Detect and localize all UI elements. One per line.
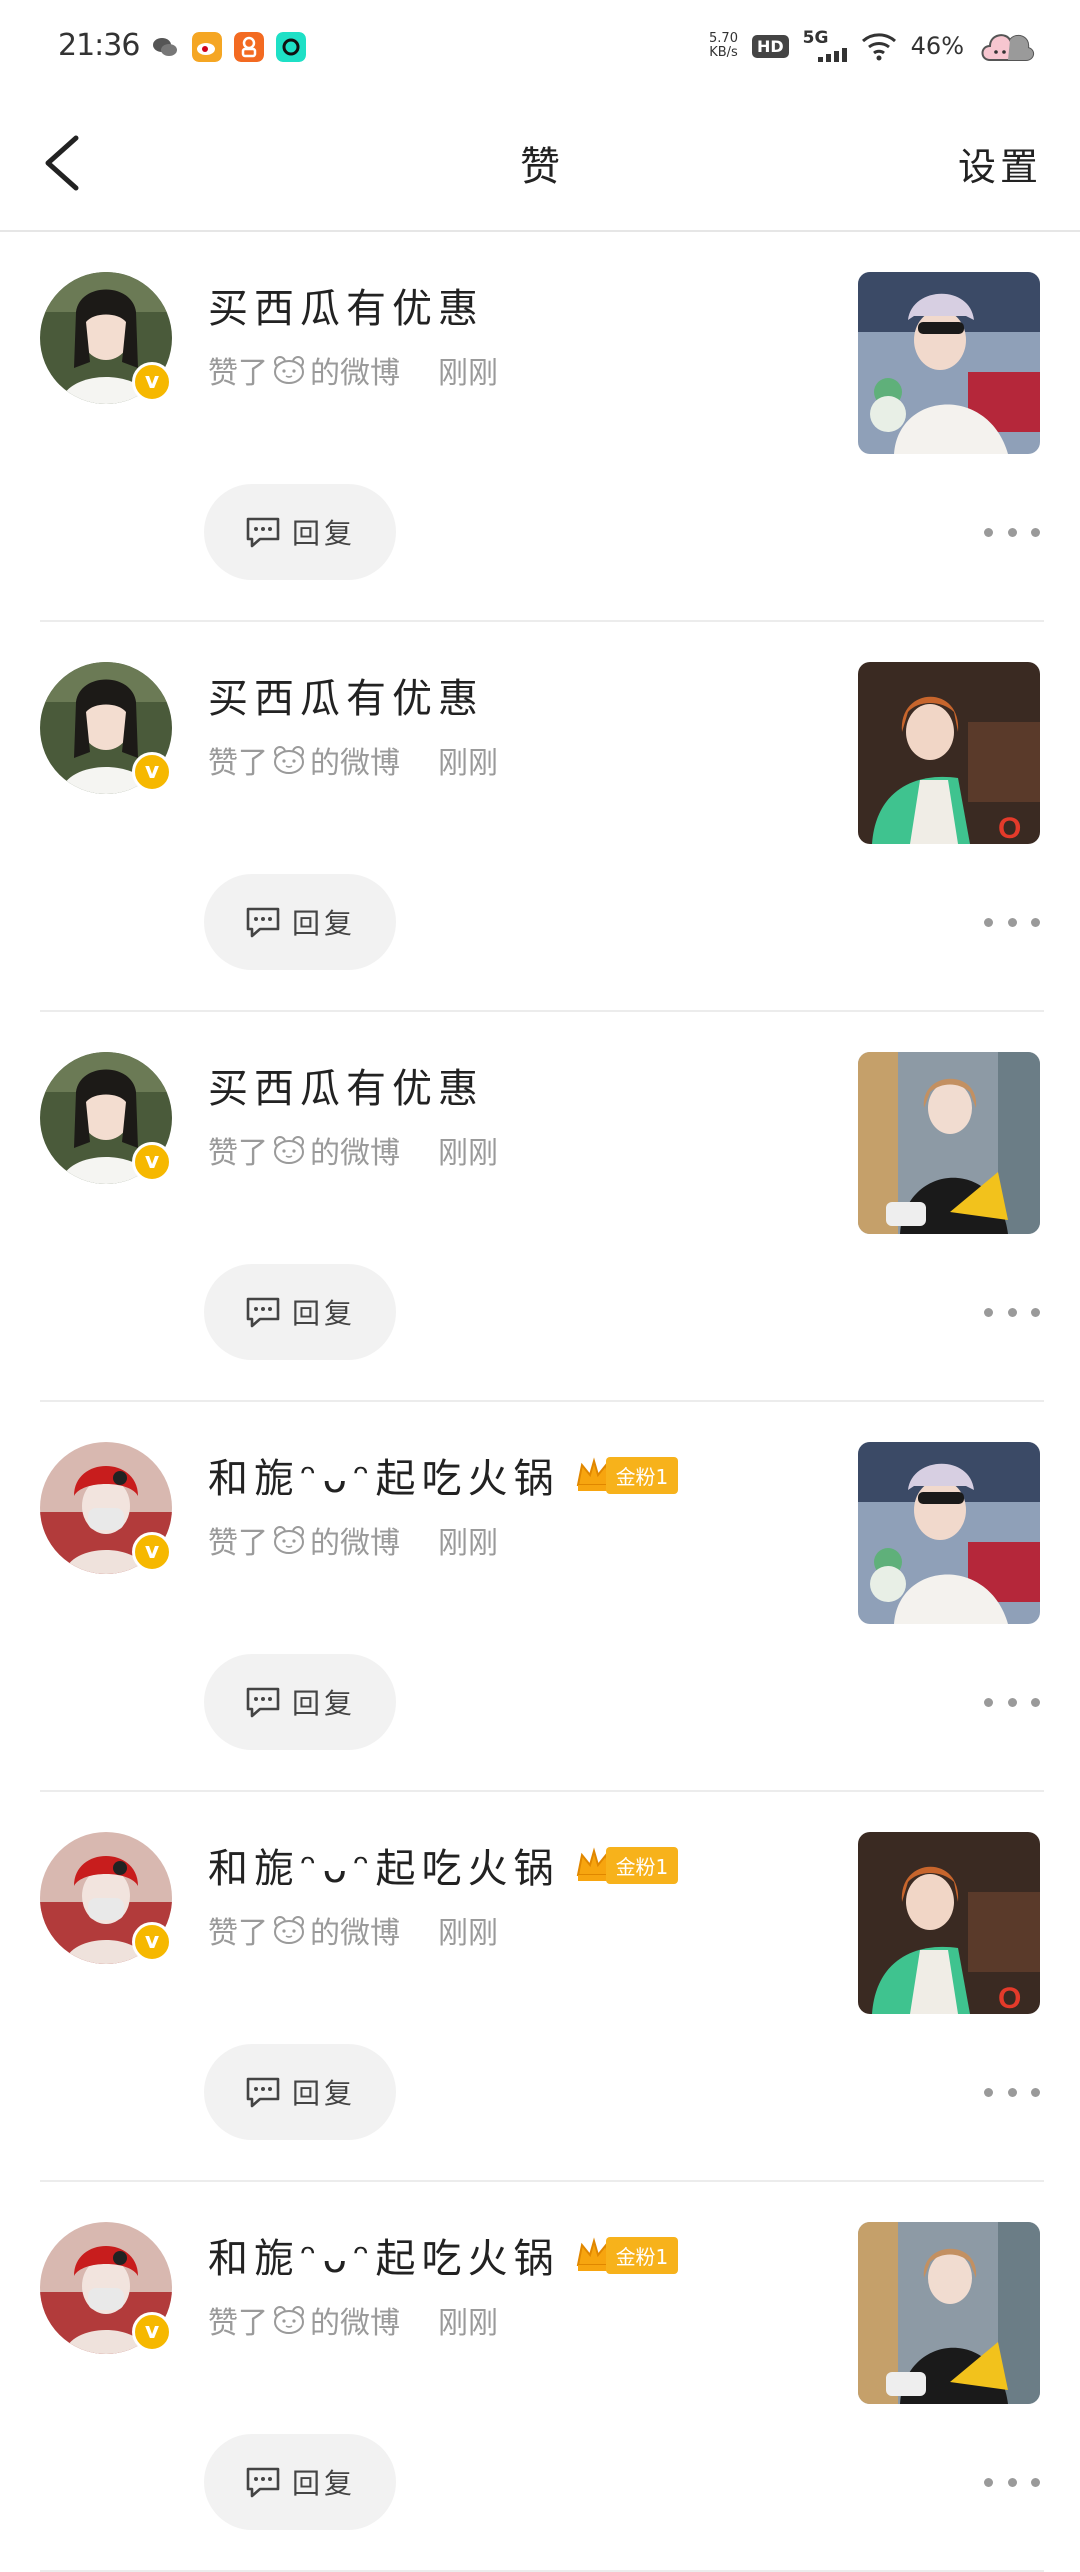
verified-icon: v <box>132 752 172 792</box>
wechat-icon <box>153 38 177 56</box>
status-right: 5.70 KB/s HD 5G 46% <box>709 26 1036 66</box>
user-name[interactable]: 和旎ᵔᴗᵔ起吃火锅 <box>208 2226 560 2284</box>
bear-emoji-icon <box>274 1526 304 1554</box>
like-meta: 赞了 的微博 刚刚 <box>208 1908 498 1952</box>
more-options-icon[interactable] <box>984 518 1040 546</box>
user-name[interactable]: 和旎ᵔᴗᵔ起吃火锅 <box>208 1446 560 1504</box>
nav-bar: 赞 设置 <box>0 98 1080 232</box>
user-name-row: 和旎ᵔᴗᵔ起吃火锅 金粉1 <box>208 2226 679 2284</box>
liked-label: 赞了 <box>208 2306 268 2341</box>
user-name[interactable]: 买西瓜有优惠 <box>208 1056 484 1114</box>
weibo-thumbnail[interactable] <box>858 272 1040 454</box>
reply-button[interactable]: 回复 <box>204 2434 396 2530</box>
notification-icons <box>150 32 306 62</box>
more-options-icon[interactable] <box>984 1298 1040 1326</box>
app-teal-icon <box>276 32 306 62</box>
fan-badge: 金粉1 <box>574 1846 679 1884</box>
page-title: 赞 <box>520 144 560 190</box>
user-name-row: 买西瓜有优惠 <box>208 666 484 724</box>
net-speed: 5.70 KB/s <box>709 31 738 60</box>
bear-emoji-icon <box>274 356 304 384</box>
timestamp: 刚刚 <box>438 746 498 781</box>
signal-icon: 5G <box>803 28 847 64</box>
weibo-thumbnail[interactable] <box>858 1832 1040 2014</box>
verified-icon: v <box>132 1142 172 1182</box>
like-target: 的微博 <box>310 1916 400 1951</box>
liked-label: 赞了 <box>208 1136 268 1171</box>
bear-emoji-icon <box>274 2306 304 2334</box>
reply-button[interactable]: 回复 <box>204 1654 396 1750</box>
like-meta: 赞了 的微博 刚刚 <box>208 348 498 392</box>
hd-badge: HD <box>751 34 789 58</box>
fan-badge: 金粉1 <box>574 1456 679 1494</box>
timestamp: 刚刚 <box>438 1916 498 1951</box>
list-item[interactable]: v 和旎ᵔᴗᵔ起吃火锅 金粉1 赞了 的微博 刚刚 回复 <box>0 1792 1080 2182</box>
timestamp: 刚刚 <box>438 2306 498 2341</box>
bear-emoji-icon <box>274 746 304 774</box>
weibo-thumbnail[interactable] <box>858 2222 1040 2404</box>
liked-label: 赞了 <box>208 356 268 391</box>
weibo-thumbnail[interactable] <box>858 1442 1040 1624</box>
verified-icon: v <box>132 362 172 402</box>
like-target: 的微博 <box>310 1136 400 1171</box>
reply-button[interactable]: 回复 <box>204 484 396 580</box>
user-name-row: 买西瓜有优惠 <box>208 276 484 334</box>
app-orange-icon <box>234 32 264 62</box>
like-meta: 赞了 的微博 刚刚 <box>208 2298 498 2342</box>
timestamp: 刚刚 <box>438 1136 498 1171</box>
verified-icon: v <box>132 2312 172 2352</box>
settings-button[interactable]: 设置 <box>958 136 1042 191</box>
like-target: 的微博 <box>310 746 400 781</box>
user-name-row: 买西瓜有优惠 <box>208 1056 484 1114</box>
liked-label: 赞了 <box>208 1916 268 1951</box>
timestamp: 刚刚 <box>438 1526 498 1561</box>
fan-badge: 金粉1 <box>574 2236 679 2274</box>
comment-icon <box>246 2077 280 2108</box>
timestamp: 刚刚 <box>438 356 498 391</box>
list-item[interactable]: v 和旎ᵔᴗᵔ起吃火锅 金粉1 赞了 的微博 刚刚 回复 <box>0 2182 1080 2572</box>
battery-level: 46% <box>910 32 964 60</box>
more-options-icon[interactable] <box>984 1688 1040 1716</box>
bear-emoji-icon <box>274 1136 304 1164</box>
verified-icon: v <box>132 1532 172 1572</box>
weibo-thumbnail[interactable] <box>858 1052 1040 1234</box>
reply-button[interactable]: 回复 <box>204 1264 396 1360</box>
more-options-icon[interactable] <box>984 2078 1040 2106</box>
weibo-thumbnail[interactable] <box>858 662 1040 844</box>
verified-icon: v <box>132 1922 172 1962</box>
reply-button[interactable]: 回复 <box>204 874 396 970</box>
bear-emoji-icon <box>274 1916 304 1944</box>
list-item[interactable]: v 和旎ᵔᴗᵔ起吃火锅 金粉1 赞了 的微博 刚刚 回复 <box>0 1402 1080 1792</box>
comment-icon <box>246 2467 280 2498</box>
liked-label: 赞了 <box>208 1526 268 1561</box>
comment-icon <box>246 1687 280 1718</box>
more-options-icon[interactable] <box>984 2468 1040 2496</box>
like-meta: 赞了 的微博 刚刚 <box>208 1518 498 1562</box>
user-name[interactable]: 和旎ᵔᴗᵔ起吃火锅 <box>208 1836 560 1894</box>
like-list: v 买西瓜有优惠 赞了 的微博 刚刚 回复 v 买西瓜有优惠 赞了 的微博 刚刚 <box>0 232 1080 2572</box>
like-target: 的微博 <box>310 1526 400 1561</box>
more-options-icon[interactable] <box>984 908 1040 936</box>
user-name[interactable]: 买西瓜有优惠 <box>208 666 484 724</box>
like-meta: 赞了 的微博 刚刚 <box>208 1128 498 1172</box>
user-name-row: 和旎ᵔᴗᵔ起吃火锅 金粉1 <box>208 1836 679 1894</box>
like-meta: 赞了 的微博 刚刚 <box>208 738 498 782</box>
reply-button[interactable]: 回复 <box>204 2044 396 2140</box>
list-item[interactable]: v 买西瓜有优惠 赞了 的微博 刚刚 回复 <box>0 232 1080 622</box>
battery-cloud-icon <box>981 34 1034 61</box>
user-name[interactable]: 买西瓜有优惠 <box>208 276 484 334</box>
list-item[interactable]: v 买西瓜有优惠 赞了 的微博 刚刚 回复 <box>0 1012 1080 1402</box>
like-target: 的微博 <box>310 2306 400 2341</box>
status-bar: 21:36 5.70 KB/s HD 5G 46% <box>0 0 1080 98</box>
list-item[interactable]: v 买西瓜有优惠 赞了 的微博 刚刚 回复 <box>0 622 1080 1012</box>
wifi-icon <box>861 33 896 61</box>
status-time: 21:36 <box>58 28 140 63</box>
comment-icon <box>246 1297 280 1328</box>
liked-label: 赞了 <box>208 746 268 781</box>
user-name-row: 和旎ᵔᴗᵔ起吃火锅 金粉1 <box>208 1446 679 1504</box>
comment-icon <box>246 907 280 938</box>
like-target: 的微博 <box>310 356 400 391</box>
comment-icon <box>246 517 280 548</box>
weibo-icon <box>192 32 222 62</box>
